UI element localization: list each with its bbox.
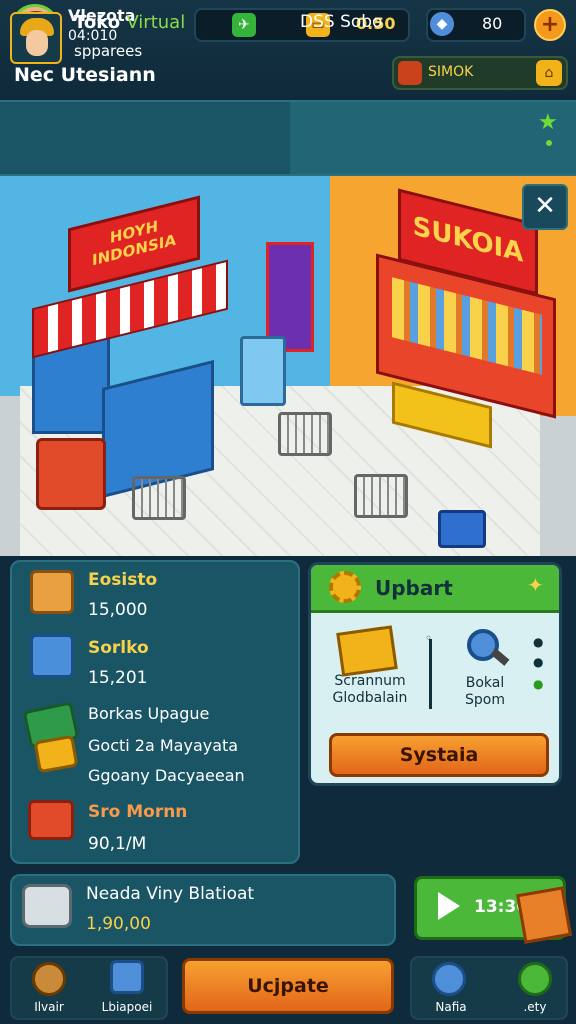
dot-icon [546,140,552,146]
cash-icon [33,734,79,774]
magnifier-handle [490,648,510,666]
bag-icon[interactable] [32,962,66,996]
cash-register-icon [28,800,74,840]
nav-label[interactable]: .ety [500,1000,570,1014]
store-owner-avatar[interactable] [10,12,62,64]
upgrade-item-label: Bokal Spom [465,675,505,708]
store-title-prefix: Toko [74,12,121,33]
nav-label[interactable]: Nafia [416,1000,486,1014]
shelf-icon [30,634,74,678]
close-button[interactable]: ✕ [522,184,568,230]
stat-label: Ggoany Dacyaeean [88,766,245,785]
basket-icon [22,884,72,928]
indicator-icon: ● [533,677,544,691]
main-update-button[interactable]: Ucjpate [182,958,394,1014]
stat-value: 15,201 [88,668,148,688]
upgrade-button[interactable]: Systaia [329,733,549,777]
refresh-icon[interactable] [518,962,552,996]
store-title-highlight: Virtual [126,12,186,33]
can-icon [398,61,422,85]
store-scene[interactable]: HOYH INDONSIA SUKOIA [0,176,576,556]
upgrade-item-icon[interactable] [336,625,398,677]
store-right-label: DSS Sobo [300,12,383,32]
supply-box[interactable] [438,510,486,548]
stat-label: Borkas Upague [88,704,210,723]
divider [429,639,432,709]
nav-label[interactable]: Lbiapoei [92,1000,162,1014]
avatar-face [26,30,48,56]
kiosk-screen[interactable] [240,336,286,406]
box-icon[interactable] [110,960,144,994]
play-icon[interactable] [438,892,460,920]
map-pin-icon[interactable] [432,962,466,996]
nav-label[interactable]: Ilvair [14,1000,84,1014]
gem-icon: ◆ [430,12,454,36]
stat-label: Gocti 2a Mayayata [88,736,239,755]
shopping-cart[interactable] [354,474,408,518]
star-icon[interactable]: ★ [538,110,558,135]
stat-title: Sorlko [88,638,149,658]
gear-icon [329,571,361,603]
indicator-icon: ● [533,655,544,669]
upgrade-title: Upbart [375,576,453,600]
store-title: Toko Virtual [74,12,185,33]
tag-icon[interactable]: ⌂ [536,60,562,86]
upgrade-item-label: Scrannum Glodbalain [332,673,408,706]
checkout-counter[interactable] [36,438,106,510]
stat-value: 15,000 [88,600,148,620]
store-header-right [290,102,576,174]
add-currency-button[interactable]: + [534,9,566,41]
stat-value: 90,1/M [88,834,147,854]
shopping-cart[interactable] [278,412,332,456]
crate-icon [516,886,572,944]
sparkle-icon: ✦ [527,573,544,597]
stat-title: Sro Mornn [88,802,188,822]
page-title: Nec Utesiann [14,64,156,86]
leaf-icon: ✈ [232,13,256,37]
reward-title: Neada Viny Blatioat [86,884,255,904]
reward-value: 1,90,00 [86,914,151,934]
tag-text: SIMOK [428,64,474,80]
store-header [0,100,576,176]
gem-value: 80 [482,14,503,33]
shopping-cart[interactable] [132,476,186,520]
indicator-icon: ● [533,635,544,649]
store-subtitle: spparees [74,42,143,60]
crate-icon [30,570,74,614]
stat-title: Eosisto [88,570,158,590]
upgrade-panel: Upbart ✦ Scrannum Glodbalain ◦ Bokal Spo… [308,562,562,786]
